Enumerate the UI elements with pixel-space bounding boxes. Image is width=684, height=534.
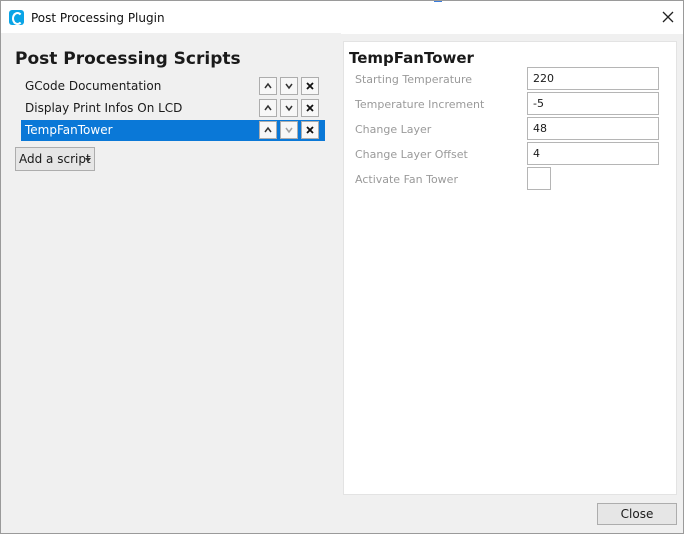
move-down-button[interactable] (280, 99, 298, 117)
script-item-gcode-documentation[interactable]: GCode Documentation (21, 76, 325, 97)
temperature-increment-input[interactable] (527, 92, 659, 115)
close-button[interactable]: Close (597, 503, 677, 525)
settings-title: TempFanTower (349, 49, 474, 67)
starting-temperature-input[interactable] (527, 67, 659, 90)
title-bar: Post Processing Plugin (1, 1, 683, 34)
change-layer-label: Change Layer (355, 123, 432, 136)
remove-script-button[interactable] (301, 121, 319, 139)
change-layer-input[interactable] (527, 117, 659, 140)
chevron-up-icon (264, 104, 272, 111)
dropdown-caret-icon (85, 158, 91, 162)
move-up-button[interactable] (259, 77, 277, 95)
script-item-label: Display Print Infos On LCD (25, 101, 183, 115)
title-accent-line (434, 1, 442, 2)
remove-x-icon (306, 82, 314, 90)
remove-script-button[interactable] (301, 99, 319, 117)
change-layer-offset-input[interactable] (527, 142, 659, 165)
add-script-button[interactable]: Add a script (15, 147, 95, 171)
window-title: Post Processing Plugin (31, 11, 165, 25)
chevron-up-icon (264, 82, 272, 89)
chevron-down-icon (285, 105, 293, 112)
close-icon[interactable] (660, 9, 676, 25)
starting-temperature-label: Starting Temperature (355, 73, 473, 86)
dialog-footer (1, 495, 683, 533)
activate-fan-tower-label: Activate Fan Tower (355, 173, 458, 186)
scripts-heading: Post Processing Scripts (15, 49, 241, 69)
cura-c-icon (9, 10, 24, 25)
script-item-label: GCode Documentation (25, 79, 162, 93)
chevron-down-icon (285, 83, 293, 90)
remove-x-icon (306, 126, 314, 134)
move-up-button[interactable] (259, 121, 277, 139)
activate-fan-tower-checkbox[interactable] (527, 167, 551, 190)
chevron-down-icon (285, 127, 293, 134)
script-item-display-print-infos[interactable]: Display Print Infos On LCD (21, 98, 325, 119)
temperature-increment-label: Temperature Increment (355, 98, 485, 111)
chevron-up-icon (264, 126, 272, 133)
move-down-button[interactable] (280, 121, 298, 139)
move-up-button[interactable] (259, 99, 277, 117)
move-down-button[interactable] (280, 77, 298, 95)
remove-x-icon (306, 104, 314, 112)
script-item-label: TempFanTower (25, 123, 113, 137)
remove-script-button[interactable] (301, 77, 319, 95)
script-item-tempfantower[interactable]: TempFanTower (21, 120, 325, 141)
add-script-label: Add a script (19, 152, 91, 166)
change-layer-offset-label: Change Layer Offset (355, 148, 468, 161)
